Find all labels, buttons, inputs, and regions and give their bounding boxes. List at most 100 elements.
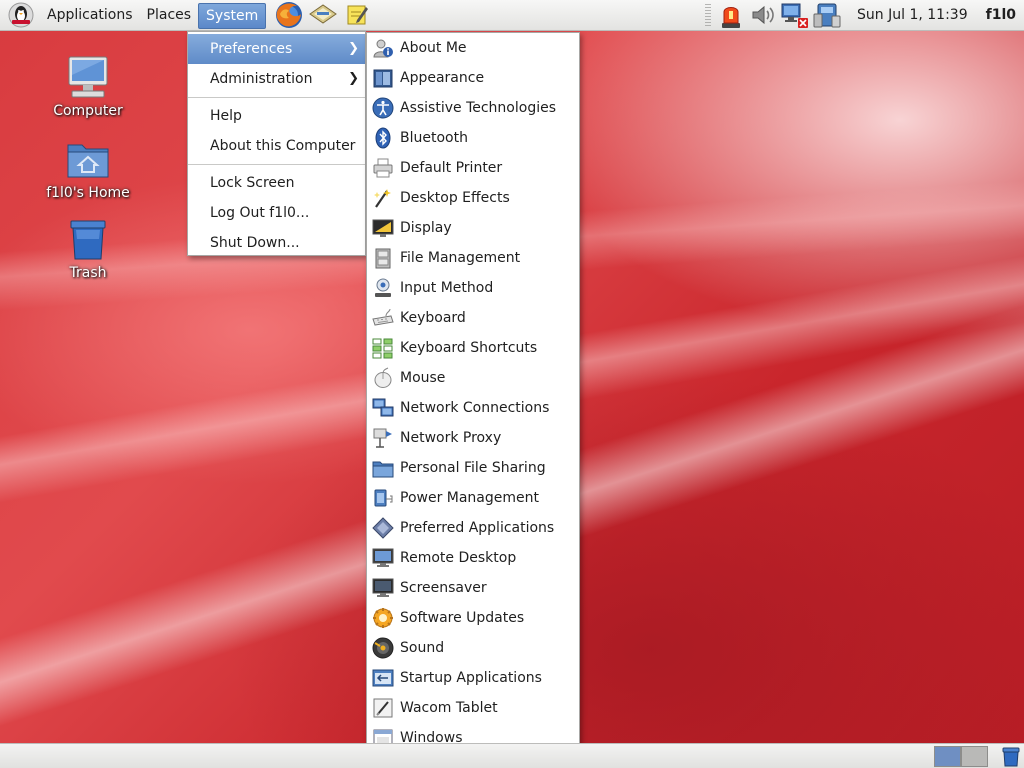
desktop-icon-label: f1l0's Home: [46, 185, 130, 201]
menu-item-label: Software Updates: [400, 610, 525, 626]
menu-item-label: Startup Applications: [400, 670, 542, 686]
desktop-icon-label: Trash: [69, 265, 107, 281]
menu-item-label: Appearance: [400, 70, 485, 86]
menu-item-label: File Management: [400, 250, 521, 266]
desktop-effects-icon: [374, 189, 391, 208]
prefs-item-bluetooth[interactable]: Bluetooth: [367, 123, 579, 153]
prefs-item-input-method[interactable]: Input Method: [367, 273, 579, 303]
screensaver-icon: [372, 578, 394, 597]
menu-item-label: Input Method: [400, 280, 494, 296]
volume-icon[interactable]: [747, 0, 779, 30]
sound-icon: [372, 637, 394, 659]
prefs-item-software-updates[interactable]: Software Updates: [367, 603, 579, 633]
prefs-item-desktop-effects[interactable]: Desktop Effects: [367, 183, 579, 213]
prefs-item-appearance[interactable]: Appearance: [367, 63, 579, 93]
menu-separator: [188, 164, 365, 165]
menu-item-label: Display: [400, 220, 452, 236]
prefs-item-network-proxy[interactable]: Network Proxy: [367, 423, 579, 453]
startup-applications-icon: [372, 669, 394, 687]
file-sharing-icon: [372, 461, 394, 478]
menu-item-label: Remote Desktop: [400, 550, 517, 566]
storage-applet-icon[interactable]: [811, 0, 843, 30]
bluetooth-icon: [375, 127, 391, 149]
prefs-item-about-me[interactable]: About Me: [367, 33, 579, 63]
system-menu-item-about-computer[interactable]: About this Computer: [188, 131, 365, 161]
menu-applications[interactable]: Applications: [40, 1, 140, 29]
desktop-icon-label: Computer: [53, 103, 123, 119]
trash-icon: [70, 220, 106, 260]
system-menu-item-help[interactable]: Help: [188, 101, 365, 131]
prefs-item-default-printer[interactable]: Default Printer: [367, 153, 579, 183]
prefs-item-remote-desktop[interactable]: Remote Desktop: [367, 543, 579, 573]
menu-item-label: Preferences: [210, 41, 293, 57]
system-menu: Preferences ❯ Administration ❯ Help Abou…: [187, 31, 366, 256]
keyboard-shortcuts-icon: [372, 338, 393, 359]
system-menu-item-administration[interactable]: Administration ❯: [188, 64, 365, 94]
menu-item-label: Sound: [400, 640, 445, 656]
keyboard-icon: [372, 308, 394, 326]
prefs-item-preferred-applications[interactable]: Preferred Applications: [367, 513, 579, 543]
desktop[interactable]: Applications Places System Sun Jul 1, 11…: [0, 0, 1024, 768]
menu-item-label: Power Management: [400, 490, 540, 506]
preferred-applications-icon: [372, 517, 394, 539]
menu-separator: [188, 97, 365, 98]
system-menu-item-shut-down[interactable]: Shut Down...: [188, 228, 365, 258]
prefs-item-display[interactable]: Display: [367, 213, 579, 243]
trash-applet-icon[interactable]: [1000, 746, 1022, 767]
bottom-panel: [0, 743, 1024, 768]
desktop-icon-home[interactable]: f1l0's Home: [38, 135, 138, 201]
mail-launcher-icon[interactable]: [306, 0, 340, 30]
tray-handle[interactable]: [705, 4, 712, 26]
prefs-item-assistive-technologies[interactable]: Assistive Technologies: [367, 93, 579, 123]
notes-launcher-icon[interactable]: [340, 0, 374, 30]
desktop-icon-computer[interactable]: Computer: [38, 53, 138, 119]
menu-item-label: Preferred Applications: [400, 520, 555, 536]
prefs-item-mouse[interactable]: Mouse: [367, 363, 579, 393]
menu-item-label: Personal File Sharing: [400, 460, 546, 476]
software-updates-icon: [373, 608, 393, 628]
menu-item-label: Default Printer: [400, 160, 503, 176]
chevron-right-icon: ❯: [348, 71, 359, 86]
prefs-item-power-management[interactable]: Power Management: [367, 483, 579, 513]
prefs-item-keyboard-shortcuts[interactable]: Keyboard Shortcuts: [367, 333, 579, 363]
input-method-icon: [375, 278, 391, 297]
desktop-icon-trash[interactable]: Trash: [38, 215, 138, 281]
menu-places[interactable]: Places: [140, 1, 199, 29]
menu-item-label: Network Connections: [400, 400, 550, 416]
printer-icon: [373, 158, 393, 178]
menu-item-label: Screensaver: [400, 580, 487, 596]
menu-system[interactable]: System: [198, 2, 267, 29]
system-menu-item-preferences[interactable]: Preferences ❯: [188, 34, 365, 64]
system-menu-item-log-out[interactable]: Log Out f1l0...: [188, 198, 365, 228]
menu-item-label: Lock Screen: [210, 175, 295, 191]
mouse-icon: [374, 367, 392, 388]
menu-item-label: About Me: [400, 40, 467, 56]
menu-item-label: Keyboard Shortcuts: [400, 340, 538, 356]
system-menu-item-lock-screen[interactable]: Lock Screen: [188, 168, 365, 198]
prefs-item-wacom-tablet[interactable]: Wacom Tablet: [367, 693, 579, 723]
top-panel: Applications Places System Sun Jul 1, 11…: [0, 0, 1024, 31]
about-me-icon: [373, 39, 393, 58]
firefox-launcher-icon[interactable]: [272, 0, 306, 30]
update-alert-icon[interactable]: [715, 0, 747, 30]
clock[interactable]: Sun Jul 1, 11:39: [843, 7, 978, 23]
prefs-item-startup-applications[interactable]: Startup Applications: [367, 663, 579, 693]
workspace-1[interactable]: [934, 746, 961, 767]
prefs-item-keyboard[interactable]: Keyboard: [367, 303, 579, 333]
distro-logo-icon[interactable]: [6, 1, 36, 29]
network-disconnected-icon[interactable]: [779, 0, 811, 30]
workspace-2[interactable]: [961, 746, 988, 767]
menu-item-label: Desktop Effects: [400, 190, 510, 206]
user-switcher[interactable]: f1l0: [978, 7, 1024, 23]
accessibility-icon: [372, 97, 394, 119]
prefs-item-screensaver[interactable]: Screensaver: [367, 573, 579, 603]
computer-icon: [68, 56, 108, 98]
wacom-tablet-icon: [373, 698, 393, 718]
chevron-right-icon: ❯: [348, 41, 359, 56]
prefs-item-file-management[interactable]: File Management: [367, 243, 579, 273]
display-icon: [372, 219, 394, 237]
remote-desktop-icon: [372, 548, 394, 567]
prefs-item-sound[interactable]: Sound: [367, 633, 579, 663]
prefs-item-personal-file-sharing[interactable]: Personal File Sharing: [367, 453, 579, 483]
prefs-item-network-connections[interactable]: Network Connections: [367, 393, 579, 423]
